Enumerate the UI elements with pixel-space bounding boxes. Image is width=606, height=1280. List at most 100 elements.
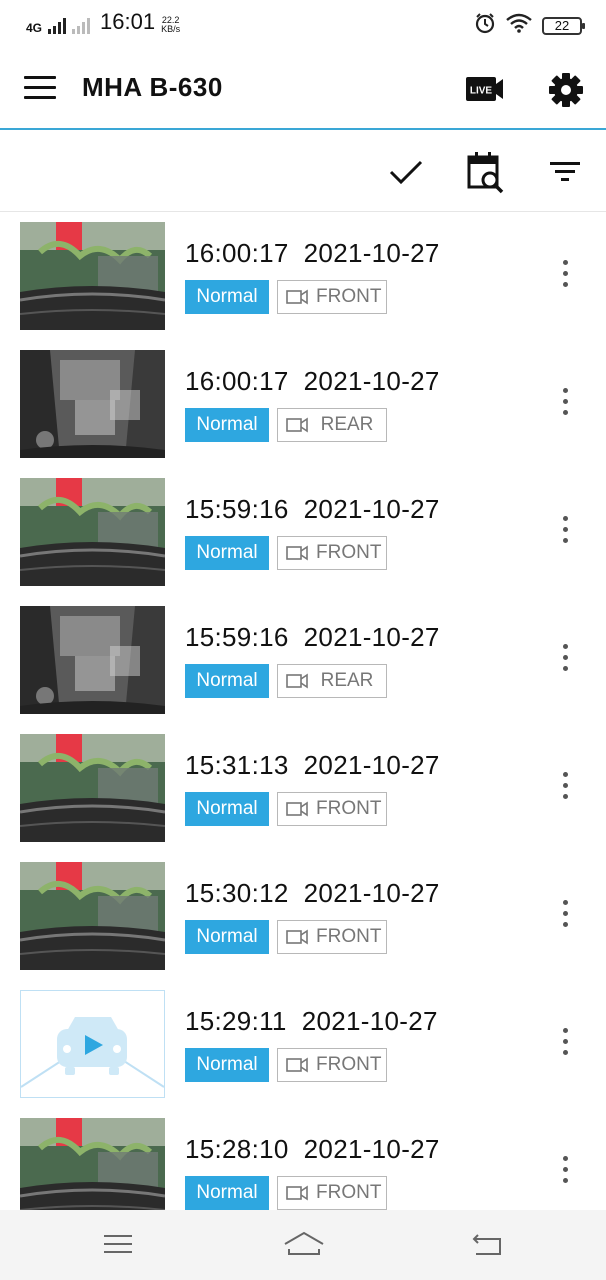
video-camera-icon xyxy=(278,1185,316,1201)
video-thumbnail[interactable] xyxy=(20,350,165,458)
camera-label: REAR xyxy=(320,414,374,435)
recording-date: 2021-10-27 xyxy=(303,238,440,268)
camera-label: FRONT xyxy=(316,542,382,563)
event-type-badge: Normal xyxy=(185,920,269,954)
recording-date: 2021-10-27 xyxy=(303,494,440,524)
speed-unit: KB/s xyxy=(161,24,181,34)
list-toolbar xyxy=(0,130,606,212)
filter-icon[interactable] xyxy=(546,150,586,194)
status-bar: 4G 16:01 22.2 KB/s 22 xyxy=(0,0,606,48)
recording-timestamp: 15:28:10 2021-10-27 xyxy=(185,1134,440,1165)
recent-apps-icon[interactable] xyxy=(100,1230,140,1260)
camera-badge: FRONT xyxy=(277,1048,387,1082)
recording-row[interactable]: 15:28:10 2021-10-27 Normal FRONT xyxy=(0,1108,606,1210)
recording-row[interactable]: 15:30:12 2021-10-27 Normal FRONT xyxy=(0,852,606,980)
video-thumbnail[interactable] xyxy=(20,478,165,586)
camera-badge: FRONT xyxy=(277,920,387,954)
video-camera-icon xyxy=(278,417,316,433)
recording-timestamp: 15:30:12 2021-10-27 xyxy=(185,878,440,909)
more-options-icon[interactable] xyxy=(555,516,575,550)
camera-badge: REAR xyxy=(277,664,387,698)
recording-date: 2021-10-27 xyxy=(301,1006,438,1036)
recording-time: 15:59:16 xyxy=(185,494,289,524)
recording-time: 16:00:17 xyxy=(185,366,289,396)
network-speed: 22.2 KB/s xyxy=(161,16,180,34)
recording-timestamp: 16:00:17 2021-10-27 xyxy=(185,366,440,397)
more-options-icon[interactable] xyxy=(555,772,575,806)
network-type: 4G xyxy=(26,21,43,35)
more-options-icon[interactable] xyxy=(555,388,575,422)
menu-icon[interactable] xyxy=(24,76,56,100)
camera-label: FRONT xyxy=(316,286,382,307)
more-options-icon[interactable] xyxy=(555,1156,575,1190)
wifi-icon xyxy=(506,13,532,38)
more-options-icon[interactable] xyxy=(555,900,575,934)
camera-badge: FRONT xyxy=(277,1176,387,1210)
recording-list: 16:00:17 2021-10-27 Normal FRONT 16:00:17 2… xyxy=(0,212,606,1210)
recording-row[interactable]: 15:59:16 2021-10-27 Normal FRONT xyxy=(0,468,606,596)
camera-badge: FRONT xyxy=(277,280,387,314)
video-thumbnail[interactable] xyxy=(20,1118,165,1210)
recording-date: 2021-10-27 xyxy=(303,366,440,396)
live-camera-icon[interactable]: LIVE xyxy=(466,74,504,104)
camera-label: FRONT xyxy=(316,1182,382,1203)
alarm-icon xyxy=(474,12,496,39)
event-type-badge: Normal xyxy=(185,792,269,826)
video-thumbnail[interactable] xyxy=(20,862,165,970)
camera-label: REAR xyxy=(320,670,374,691)
recording-row[interactable]: 15:29:11 2021-10-27 Normal FRONT xyxy=(0,980,606,1108)
camera-badge: REAR xyxy=(277,408,387,442)
settings-gear-icon[interactable] xyxy=(546,70,586,110)
back-icon[interactable] xyxy=(470,1230,510,1260)
video-camera-icon xyxy=(278,1057,316,1073)
camera-label: FRONT xyxy=(316,1054,382,1075)
event-type-badge: Normal xyxy=(185,280,269,314)
video-camera-icon xyxy=(278,545,316,561)
recording-time: 15:28:10 xyxy=(185,1134,289,1164)
home-icon[interactable] xyxy=(282,1230,324,1260)
video-camera-icon xyxy=(278,673,316,689)
signal-2-icon xyxy=(72,16,91,34)
event-type-badge: Normal xyxy=(185,536,269,570)
app-bar: MHA B-630 LIVE xyxy=(0,48,606,130)
battery-icon: 22 xyxy=(542,16,585,35)
event-type-badge: Normal xyxy=(185,408,269,442)
recording-timestamp: 15:31:13 2021-10-27 xyxy=(185,750,440,781)
more-options-icon[interactable] xyxy=(555,644,575,678)
video-camera-icon xyxy=(278,289,316,305)
video-thumbnail[interactable] xyxy=(20,222,165,330)
system-nav-bar xyxy=(0,1210,606,1280)
recording-row[interactable]: 15:31:13 2021-10-27 Normal FRONT xyxy=(0,724,606,852)
recording-time: 15:59:16 xyxy=(185,622,289,652)
recording-row[interactable]: 15:59:16 2021-10-27 Normal REAR xyxy=(0,596,606,724)
recording-timestamp: 15:29:11 2021-10-27 xyxy=(185,1006,438,1037)
more-options-icon[interactable] xyxy=(555,1028,575,1062)
video-thumbnail[interactable] xyxy=(20,734,165,842)
recording-date: 2021-10-27 xyxy=(303,750,440,780)
recording-time: 15:29:11 xyxy=(185,1006,287,1036)
event-type-badge: Normal xyxy=(185,664,269,698)
camera-badge: FRONT xyxy=(277,536,387,570)
video-camera-icon xyxy=(278,929,316,945)
recording-row[interactable]: 16:00:17 2021-10-27 Normal FRONT xyxy=(0,212,606,340)
recording-date: 2021-10-27 xyxy=(303,622,440,652)
live-label: LIVE xyxy=(470,86,493,97)
status-time: 16:01 xyxy=(100,9,156,34)
recording-row[interactable]: 16:00:17 2021-10-27 Normal REAR xyxy=(0,340,606,468)
video-camera-icon xyxy=(278,801,316,817)
event-type-badge: Normal xyxy=(185,1048,269,1082)
calendar-search-icon[interactable] xyxy=(466,150,506,194)
recording-time: 16:00:17 xyxy=(185,238,289,268)
video-thumbnail[interactable] xyxy=(20,990,165,1098)
camera-badge: FRONT xyxy=(277,792,387,826)
signal-icon xyxy=(48,16,67,34)
checkmark-icon[interactable] xyxy=(386,150,426,194)
recording-timestamp: 16:00:17 2021-10-27 xyxy=(185,238,440,269)
event-type-badge: Normal xyxy=(185,1176,269,1210)
recording-timestamp: 15:59:16 2021-10-27 xyxy=(185,622,440,653)
recording-date: 2021-10-27 xyxy=(303,878,440,908)
page-title: MHA B-630 xyxy=(82,72,223,102)
video-thumbnail[interactable] xyxy=(20,606,165,714)
more-options-icon[interactable] xyxy=(555,260,575,294)
camera-label: FRONT xyxy=(316,926,382,947)
